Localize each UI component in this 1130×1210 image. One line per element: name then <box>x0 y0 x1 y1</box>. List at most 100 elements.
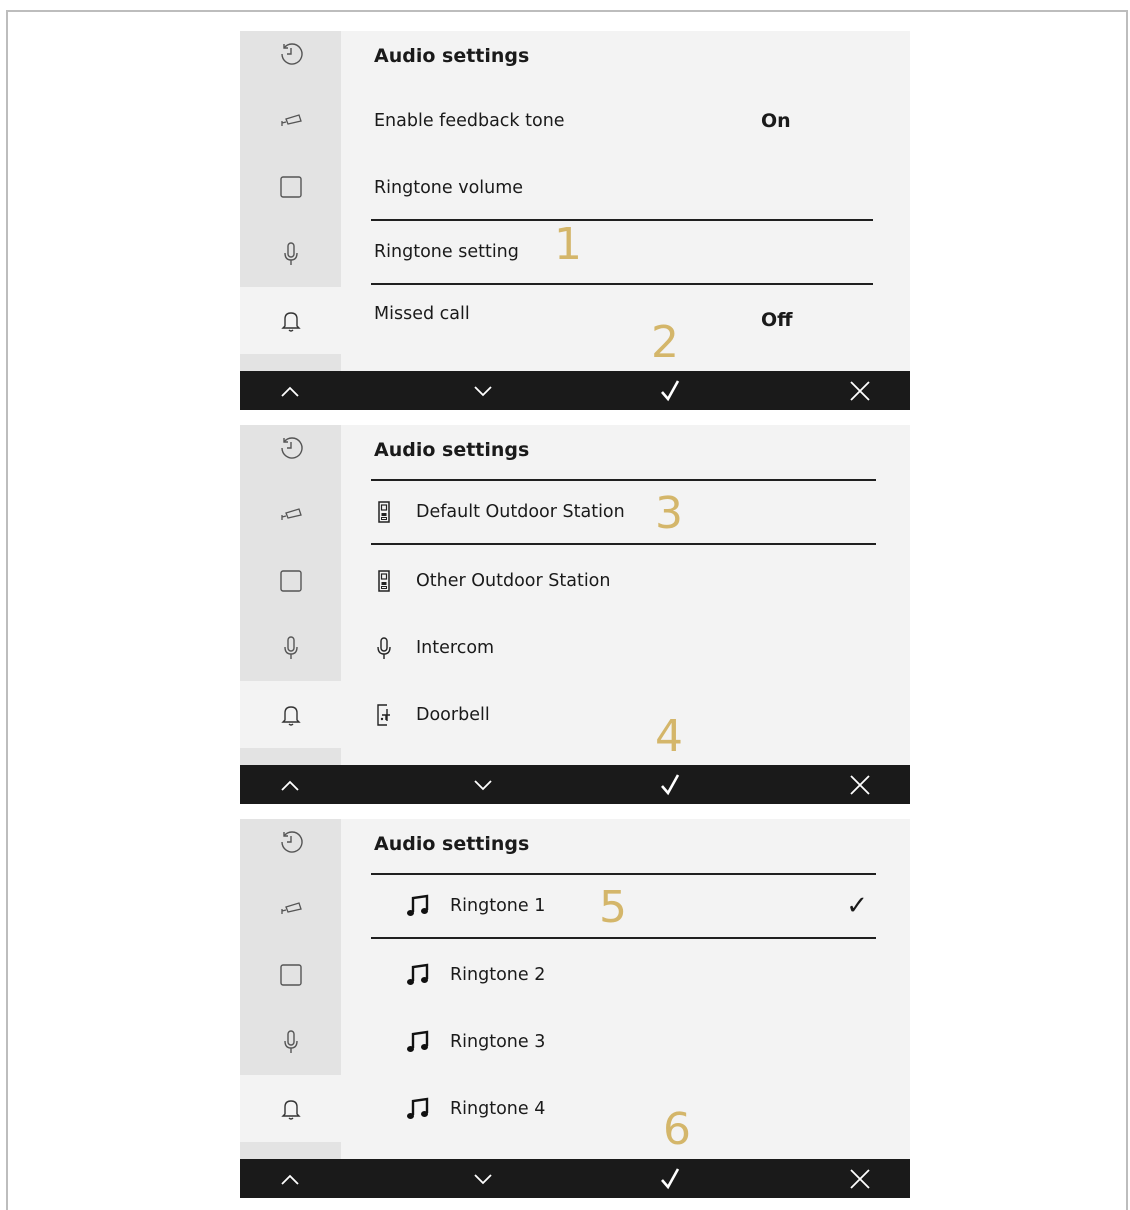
sidebar-item-display[interactable] <box>240 941 341 1008</box>
bell-icon <box>280 1099 301 1120</box>
sidebar-item-camera[interactable] <box>240 480 341 547</box>
panel-audio-settings-2: Audio settings Default Outdoor Station O… <box>240 425 910 804</box>
list-item-label: Ringtone 1 <box>450 896 546 916</box>
step-number: 6 <box>663 1104 691 1155</box>
chevron-down-icon <box>474 385 492 396</box>
scroll-up-button[interactable] <box>260 1159 320 1198</box>
close-icon <box>850 1168 870 1189</box>
sidebar-item-history[interactable] <box>240 819 341 874</box>
sidebar-item-camera[interactable] <box>240 86 341 153</box>
list-item-label: Ringtone volume <box>374 178 524 198</box>
chevron-up-icon <box>281 1174 299 1185</box>
list-item-label: Default Outdoor Station <box>416 502 625 522</box>
list-item-default-outdoor-station[interactable]: Default Outdoor Station <box>371 479 876 545</box>
list-item-label: Enable feedback tone <box>374 111 565 131</box>
list-item-label: Ringtone 3 <box>450 1032 546 1052</box>
bottom-toolbar <box>240 371 910 410</box>
step-number: 3 <box>655 488 683 539</box>
sidebar-item-audio[interactable] <box>240 287 341 354</box>
step-number: 2 <box>651 317 679 368</box>
sidebar-item-microphone[interactable] <box>240 1008 341 1075</box>
check-icon <box>661 773 680 795</box>
outdoor-station-icon <box>371 568 397 594</box>
sidebar-item-camera[interactable] <box>240 874 341 941</box>
microphone-icon <box>371 635 397 661</box>
list-item-label: Missed call <box>374 304 470 324</box>
scroll-down-button[interactable] <box>453 1159 513 1198</box>
microphone-icon <box>283 635 298 659</box>
sidebar-item-audio[interactable] <box>240 681 341 748</box>
camera-icon <box>280 113 302 126</box>
square-icon <box>279 175 302 198</box>
list-item-label: Doorbell <box>416 705 490 725</box>
check-icon <box>661 379 680 401</box>
page-title: Audio settings <box>374 439 530 461</box>
sidebar-item-microphone[interactable] <box>240 220 341 287</box>
sidebar <box>240 819 341 1159</box>
chevron-up-icon <box>281 780 299 791</box>
sidebar-item-history[interactable] <box>240 425 341 480</box>
music-note-icon <box>405 1029 431 1055</box>
scroll-up-button[interactable] <box>260 765 320 804</box>
sidebar <box>240 425 341 765</box>
step-number: 5 <box>599 882 627 933</box>
selected-check-icon: ✓ <box>846 891 868 921</box>
sidebar-item-microphone[interactable] <box>240 614 341 681</box>
doorbell-icon <box>371 702 397 728</box>
square-icon <box>279 963 302 986</box>
panel-audio-settings-1: Audio settings Enable feedback tone On R… <box>240 31 910 410</box>
list-item-value: On <box>761 110 791 132</box>
check-icon <box>661 1167 680 1189</box>
step-number: 1 <box>554 219 582 270</box>
cancel-button[interactable] <box>830 765 890 804</box>
bell-icon <box>280 311 301 332</box>
list-item-ringtone-4[interactable]: Ringtone 4 <box>371 1076 876 1142</box>
history-icon <box>280 830 303 853</box>
close-icon <box>850 380 870 401</box>
list-item-intercom[interactable]: Intercom <box>371 615 876 681</box>
bell-icon <box>280 705 301 726</box>
list-item-ringtone-3[interactable]: Ringtone 3 <box>371 1009 876 1075</box>
panel-audio-settings-3: Audio settings Ringtone 1 ✓ Ringtone 2 R… <box>240 819 910 1198</box>
sidebar-item-display[interactable] <box>240 547 341 614</box>
scroll-up-button[interactable] <box>260 371 320 410</box>
scroll-down-button[interactable] <box>453 371 513 410</box>
bottom-toolbar <box>240 1159 910 1198</box>
sidebar-item-history[interactable] <box>240 31 341 86</box>
list-item-ringtone-setting[interactable]: Ringtone setting <box>371 219 873 285</box>
list-item-ringtone-2[interactable]: Ringtone 2 <box>371 942 876 1008</box>
list-item-other-outdoor-station[interactable]: Other Outdoor Station <box>371 548 876 614</box>
outdoor-station-icon <box>371 499 397 525</box>
confirm-button[interactable] <box>640 1159 700 1198</box>
sidebar <box>240 31 341 371</box>
list-item-missed-call[interactable]: Missed call Off <box>371 287 876 353</box>
music-note-icon <box>405 1096 431 1122</box>
page-title: Audio settings <box>374 833 530 855</box>
cancel-button[interactable] <box>830 1159 890 1198</box>
list-item-label: Other Outdoor Station <box>416 571 611 591</box>
list-item-label: Ringtone 2 <box>450 965 546 985</box>
square-icon <box>279 569 302 592</box>
confirm-button[interactable] <box>640 371 700 410</box>
history-icon <box>280 42 303 65</box>
list-item-ringtone-volume[interactable]: Ringtone volume <box>371 155 876 221</box>
camera-icon <box>280 507 302 520</box>
list-item-feedback-tone[interactable]: Enable feedback tone On <box>371 88 876 154</box>
microphone-icon <box>283 241 298 265</box>
list-item-label: Ringtone setting <box>374 242 519 262</box>
chevron-down-icon <box>474 1173 492 1184</box>
confirm-button[interactable] <box>640 765 700 804</box>
scroll-down-button[interactable] <box>453 765 513 804</box>
close-icon <box>850 774 870 795</box>
sidebar-item-display[interactable] <box>240 153 341 220</box>
camera-icon <box>280 901 302 914</box>
cancel-button[interactable] <box>830 371 890 410</box>
music-note-icon <box>405 962 431 988</box>
list-item-doorbell[interactable]: Doorbell <box>371 682 876 748</box>
list-item-label: Intercom <box>416 638 495 658</box>
step-number: 4 <box>655 711 683 762</box>
list-item-label: Ringtone 4 <box>450 1099 546 1119</box>
sidebar-item-audio[interactable] <box>240 1075 341 1142</box>
bottom-toolbar <box>240 765 910 804</box>
microphone-icon <box>283 1029 298 1053</box>
